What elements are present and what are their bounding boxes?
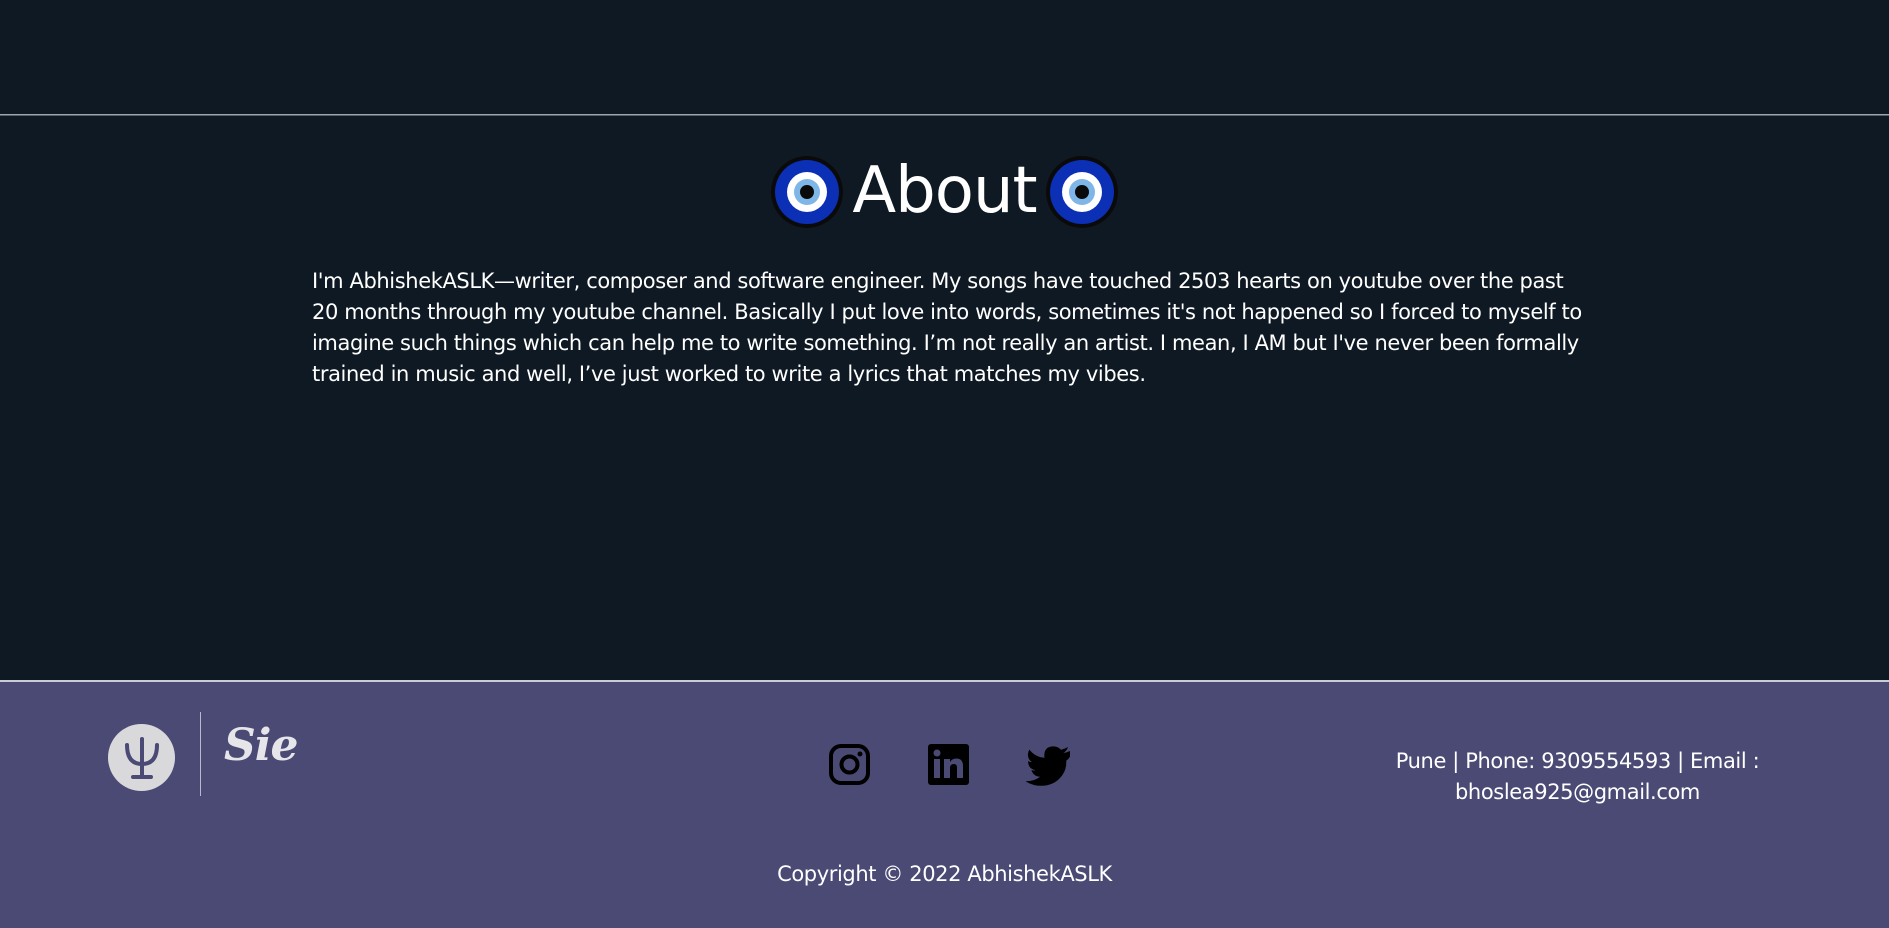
instagram-link[interactable] bbox=[828, 743, 871, 786]
header-bar bbox=[0, 0, 1889, 114]
about-paragraph: I'm AbhishekASLK—writer, composer and so… bbox=[312, 269, 1582, 386]
about-heading: About bbox=[0, 152, 1889, 230]
evil-eye-icon bbox=[771, 156, 844, 228]
copyright-text: Copyright © 2022 AbhishekASLK bbox=[777, 862, 1112, 886]
logo-text[interactable]: Sie bbox=[224, 720, 298, 772]
linkedin-icon bbox=[928, 744, 969, 785]
page: About I'm AbhishekASLK—writer, composer … bbox=[0, 0, 1889, 928]
contact-email[interactable]: bhoslea925@gmail.com bbox=[1390, 777, 1765, 808]
logo-divider bbox=[200, 712, 201, 796]
psi-icon bbox=[124, 736, 159, 779]
about-title: About bbox=[852, 154, 1037, 228]
twitter-icon bbox=[1025, 746, 1070, 786]
instagram-icon bbox=[829, 744, 870, 785]
evil-eye-icon bbox=[1045, 156, 1118, 228]
logo-badge[interactable] bbox=[108, 724, 175, 791]
social-links bbox=[828, 743, 1070, 786]
footer: Sie Pune | Phone: 9309554593 | Email: b… bbox=[0, 682, 1889, 928]
linkedin-link[interactable] bbox=[927, 743, 970, 786]
contact-line-phone: Pune | Phone: 9309554593 | Email : bbox=[1395, 749, 1760, 773]
twitter-link[interactable] bbox=[1025, 743, 1070, 786]
header-divider bbox=[0, 114, 1889, 116]
contact-info: Pune | Phone: 9309554593 | Email : bhosl… bbox=[1390, 746, 1765, 808]
